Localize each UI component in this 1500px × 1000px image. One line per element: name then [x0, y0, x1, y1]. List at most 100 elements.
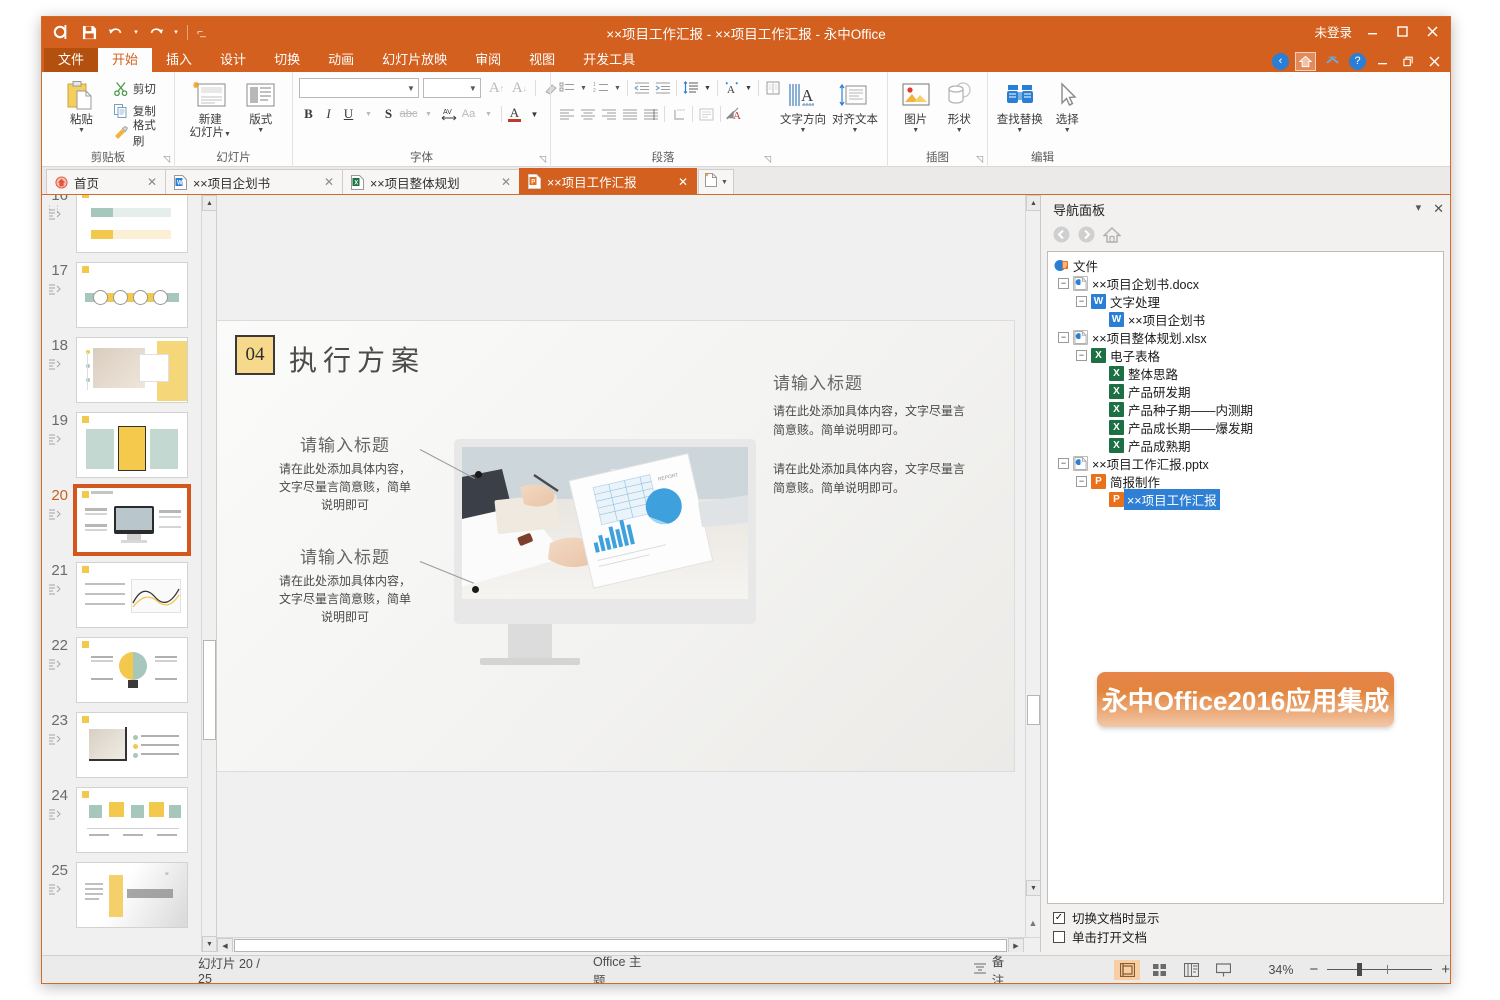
align-center-icon[interactable]	[578, 104, 597, 124]
right-caption[interactable]: 请输入标题 请在此处添加具体内容，文字尽量言简意赅。简单说明即可。 请在此处添加…	[773, 369, 973, 498]
align-justify-icon[interactable]	[620, 104, 639, 124]
new-document-button[interactable]: ▼	[698, 169, 734, 194]
doc-tab-home-close[interactable]: ✕	[133, 175, 157, 189]
tree-node-pptx[interactable]: − ××项目工作汇报.pptx	[1048, 454, 1443, 472]
select-button[interactable]: 选择 ▼	[1044, 76, 1092, 134]
tree-node-sheet[interactable]: X 整体思路	[1048, 364, 1443, 382]
font-size-dropdown-icon[interactable]: ▼	[469, 84, 477, 93]
select-dropdown-icon[interactable]: ▼	[1064, 127, 1071, 134]
thumbnail-row[interactable]: 19	[42, 412, 202, 487]
thumbnail-row[interactable]: 22	[42, 637, 202, 712]
zoom-slider-knob[interactable]	[1357, 963, 1362, 976]
collapse-ribbon-icon[interactable]	[1322, 52, 1343, 71]
navigation-tree[interactable]: 文件 − ××项目企划书.docx − W 文字处理	[1047, 251, 1444, 904]
thumbnail-row[interactable]: 16	[42, 195, 202, 262]
tree-node-root[interactable]: 文件	[1048, 256, 1443, 274]
view-slideshow-button[interactable]	[1210, 960, 1236, 980]
line-spacing-icon[interactable]	[681, 78, 700, 98]
thumbnail-scroll-up-button[interactable]: ▲	[202, 195, 217, 211]
view-slide-sorter-button[interactable]	[1146, 960, 1172, 980]
distribute-icon[interactable]	[641, 104, 660, 124]
tree-node-word-doc[interactable]: W ××项目企划书	[1048, 310, 1443, 328]
tree-expander-icon[interactable]: −	[1076, 476, 1087, 487]
font-color-dropdown-icon[interactable]: ▼	[525, 104, 544, 124]
font-dialog-launcher[interactable]: ◹	[539, 152, 546, 166]
zoom-slider-track[interactable]	[1327, 969, 1432, 970]
notes-button[interactable]: 备注	[973, 951, 1015, 985]
doc-tab-proposal[interactable]: W ××项目企划书 ✕	[165, 169, 343, 194]
vertical-align-icon[interactable]	[669, 104, 688, 124]
bullets-icon[interactable]	[557, 78, 576, 98]
thumbnail-scrollbar[interactable]: ▲ ▼	[201, 195, 216, 952]
smartart-icon[interactable]	[697, 104, 716, 124]
ribbon-tab-file[interactable]: 文件	[44, 48, 98, 72]
font-color-button[interactable]: A	[505, 104, 524, 124]
back-nav-icon[interactable]: ‹	[1272, 53, 1289, 70]
canvas-scroll-left-button[interactable]: ◀	[217, 938, 233, 952]
ribbon-restore-button[interactable]	[1398, 51, 1418, 71]
character-spacing-button[interactable]: AV	[439, 104, 458, 124]
ribbon-tab-slideshow[interactable]: 幻灯片放映	[368, 48, 461, 72]
tree-node-excel-app[interactable]: − X 电子表格	[1048, 346, 1443, 364]
numbering-icon[interactable]: 12	[591, 78, 610, 98]
align-left-icon[interactable]	[557, 104, 576, 124]
change-case-dropdown-icon[interactable]: ▼	[479, 104, 498, 124]
left-caption-1[interactable]: 请输入标题 请在此处添加具体内容，文字尽量言简意赅，简单说明即可	[275, 431, 415, 514]
paste-dropdown-icon[interactable]: ▼	[78, 127, 85, 134]
italic-button[interactable]: I	[319, 104, 338, 124]
tree-node-xlsx[interactable]: − ××项目整体规划.xlsx	[1048, 328, 1443, 346]
text-direction-button[interactable]: A 文字方向 ▼	[777, 76, 829, 134]
home-nav-icon[interactable]	[1295, 52, 1316, 71]
underline-dropdown-icon[interactable]: ▼	[359, 104, 378, 124]
navigation-panel-close-icon[interactable]: ✕	[1433, 201, 1444, 217]
ribbon-tab-transitions[interactable]: 切换	[260, 48, 314, 72]
align-right-icon[interactable]	[599, 104, 618, 124]
bold-button[interactable]: B	[299, 104, 318, 124]
minimize-button[interactable]	[1362, 21, 1382, 41]
clipboard-dialog-launcher[interactable]: ◹	[163, 152, 170, 166]
ribbon-close-button[interactable]	[1424, 51, 1444, 71]
format-painter-button[interactable]: 格式刷	[111, 122, 168, 144]
tree-node-sheet[interactable]: X 产品成长期——爆发期	[1048, 418, 1443, 436]
shadow-button[interactable]: S	[379, 104, 398, 124]
checkbox-show-on-switch-box[interactable]: ✓	[1053, 912, 1065, 924]
picture-dropdown-icon[interactable]: ▼	[912, 127, 919, 134]
tree-node-sheet[interactable]: X 产品种子期——内测期	[1048, 400, 1443, 418]
doc-tab-plan-close[interactable]: ✕	[487, 175, 511, 189]
tree-node-ppt-doc-selected[interactable]: P ××项目工作汇报	[1048, 490, 1443, 508]
tree-node-word-app[interactable]: − W 文字处理	[1048, 292, 1443, 310]
checkbox-single-click-open-box[interactable]	[1053, 931, 1065, 943]
panel-drag-handle[interactable]: ⋮⋮	[45, 204, 61, 215]
zoom-out-button[interactable]: −	[1309, 961, 1318, 978]
find-replace-dropdown-icon[interactable]: ▼	[1016, 127, 1023, 134]
ribbon-tab-design[interactable]: 设计	[206, 48, 260, 72]
tree-node-sheet[interactable]: X 产品成熟期	[1048, 436, 1443, 454]
tree-expander-icon[interactable]: −	[1076, 350, 1087, 361]
tree-expander-icon[interactable]: −	[1076, 296, 1087, 307]
new-document-dropdown-icon[interactable]: ▼	[721, 179, 728, 186]
layout-dropdown-icon[interactable]: ▼	[257, 127, 264, 134]
promo-banner[interactable]: 永中Office2016应用集成	[1097, 672, 1394, 727]
ribbon-minimize-button[interactable]	[1372, 51, 1392, 71]
doc-tab-proposal-close[interactable]: ✕	[310, 175, 334, 189]
canvas-vertical-scrollbar-thumb[interactable]	[1027, 695, 1040, 725]
left-caption-2[interactable]: 请输入标题 请在此处添加具体内容，文字尽量言简意赅，简单说明即可	[275, 543, 415, 626]
thumbnail-row[interactable]: 23	[42, 712, 202, 787]
thumbnail-row[interactable]: 17	[42, 262, 202, 337]
tree-expander-icon[interactable]: −	[1058, 458, 1069, 469]
cut-button[interactable]: 剪切	[111, 78, 168, 100]
tree-node-docx[interactable]: − ××项目企划书.docx	[1048, 274, 1443, 292]
grow-font-icon[interactable]: A↑	[487, 78, 506, 98]
clear-paragraph-icon[interactable]: A◢	[725, 104, 744, 124]
ribbon-tab-insert[interactable]: 插入	[152, 48, 206, 72]
thumbnail-row[interactable]: 21	[42, 562, 202, 637]
text-effect-dropdown-icon[interactable]: ▼	[743, 78, 754, 98]
zoom-in-button[interactable]: +	[1441, 961, 1450, 978]
decrease-indent-icon[interactable]	[632, 78, 651, 98]
thumbnail-row[interactable]: 24	[42, 787, 202, 862]
doc-tab-report-close[interactable]: ✕	[664, 175, 688, 189]
forward-icon[interactable]	[1078, 226, 1095, 248]
checkbox-single-click-open[interactable]: 单击打开文档	[1053, 927, 1450, 946]
ribbon-tab-developer[interactable]: 开发工具	[569, 48, 649, 72]
login-status[interactable]: 未登录	[1314, 22, 1352, 41]
